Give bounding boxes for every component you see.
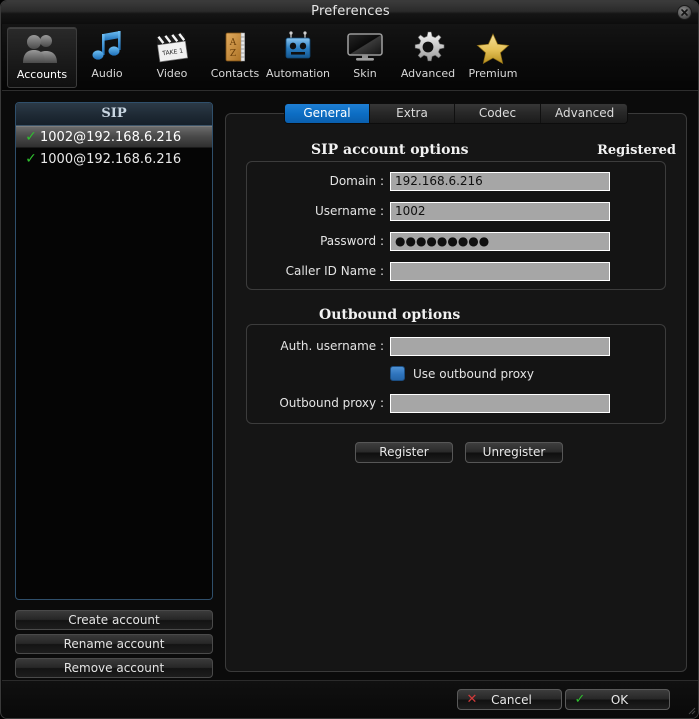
auth-username-input[interactable] xyxy=(390,336,610,356)
toolbar-label: Advanced xyxy=(400,67,456,80)
auth-username-label: Auth. username : xyxy=(280,339,384,353)
preferences-window: Preferences Accounts Audio TAKE 1 Video … xyxy=(0,0,699,719)
monitor-icon xyxy=(330,27,400,67)
toolbar-label: Contacts xyxy=(210,67,260,80)
title-bar: Preferences xyxy=(1,1,698,24)
sip-options-title: SIP account options xyxy=(311,142,469,158)
cancel-x-icon: ✕ xyxy=(466,692,478,707)
check-icon: ✓ xyxy=(25,129,37,145)
account-label: 1000@192.168.6.216 xyxy=(40,151,182,167)
footer-bar: ✕ Cancel ✓ OK xyxy=(2,681,698,718)
checkbox-icon[interactable] xyxy=(390,366,405,381)
svg-text:A: A xyxy=(229,38,237,48)
username-row: Username : xyxy=(238,201,610,221)
rename-account-button[interactable]: Rename account xyxy=(15,634,213,654)
tab-advanced[interactable]: Advanced xyxy=(541,104,627,123)
use-outbound-proxy-checkbox[interactable]: Use outbound proxy xyxy=(390,366,534,381)
sip-accounts-list[interactable]: SIP ✓ 1002@192.168.6.216 ✓ 1000@192.168.… xyxy=(15,102,213,600)
close-icon[interactable] xyxy=(677,5,692,20)
caller-id-label: Caller ID Name : xyxy=(285,264,384,278)
cancel-label: Cancel xyxy=(491,692,532,707)
resize-grip[interactable] xyxy=(686,705,696,715)
remove-account-button[interactable]: Remove account xyxy=(15,658,213,678)
tab-extra[interactable]: Extra xyxy=(370,104,455,123)
toolbar-item-automation[interactable]: Automation xyxy=(263,27,333,88)
create-account-button[interactable]: Create account xyxy=(15,610,213,630)
password-input[interactable] xyxy=(390,231,610,251)
address-book-icon: A Z xyxy=(200,27,270,67)
ok-label: OK xyxy=(610,692,629,707)
preferences-toolbar: Accounts Audio TAKE 1 Video A Z Contacts… xyxy=(2,24,698,91)
toolbar-label: Skin xyxy=(353,67,377,80)
check-icon: ✓ xyxy=(25,151,37,167)
ok-button[interactable]: ✓ OK xyxy=(565,689,670,710)
outbound-proxy-input[interactable] xyxy=(390,393,610,413)
caller-id-row: Caller ID Name : xyxy=(238,261,610,281)
register-button[interactable]: Register xyxy=(355,442,453,463)
account-label: 1002@192.168.6.216 xyxy=(40,129,182,145)
domain-label: Domain : xyxy=(329,174,384,188)
robot-icon xyxy=(263,27,333,67)
window-title: Preferences xyxy=(311,4,390,19)
toolbar-item-contacts[interactable]: A Z Contacts xyxy=(200,27,270,88)
domain-row: Domain : xyxy=(238,171,610,191)
tab-codec[interactable]: Codec xyxy=(455,104,541,123)
cancel-button[interactable]: ✕ Cancel xyxy=(457,689,562,710)
music-note-icon xyxy=(72,27,142,67)
caller-id-input[interactable] xyxy=(390,261,610,281)
toolbar-item-video[interactable]: TAKE 1 Video xyxy=(137,27,207,88)
toolbar-label: Audio xyxy=(91,67,123,80)
toolbar-item-audio[interactable]: Audio xyxy=(72,27,142,88)
username-label: Username : xyxy=(314,204,384,218)
clapperboard-icon: TAKE 1 xyxy=(137,27,207,67)
tab-general[interactable]: General xyxy=(285,104,370,123)
outbound-proxy-row: Outbound proxy : xyxy=(238,393,610,413)
settings-tabs: General Extra Codec Advanced xyxy=(284,103,628,124)
outbound-options-title: Outbound options xyxy=(319,307,461,323)
ok-check-icon: ✓ xyxy=(574,692,586,707)
toolbar-item-premium[interactable]: Premium xyxy=(458,27,528,88)
toolbar-item-skin[interactable]: Skin xyxy=(330,27,400,88)
toolbar-label: Automation xyxy=(265,67,331,80)
list-item[interactable]: ✓ 1000@192.168.6.216 xyxy=(16,148,212,170)
toolbar-label: Video xyxy=(156,67,188,80)
toolbar-item-advanced[interactable]: Advanced xyxy=(393,27,463,88)
auth-username-row: Auth. username : xyxy=(238,336,610,356)
toolbar-item-accounts[interactable]: Accounts xyxy=(7,27,77,88)
svg-text:Z: Z xyxy=(230,49,236,59)
gear-icon xyxy=(393,27,463,67)
toolbar-label: Premium xyxy=(468,67,518,80)
checkbox-label: Use outbound proxy xyxy=(413,366,534,381)
toolbar-label: Accounts xyxy=(16,68,68,81)
unregister-button[interactable]: Unregister xyxy=(465,442,563,463)
users-icon xyxy=(8,28,76,68)
username-input[interactable] xyxy=(390,201,610,221)
status-badge: Registered xyxy=(597,143,676,158)
password-row: Password : xyxy=(238,231,610,251)
password-label: Password : xyxy=(320,234,384,248)
outbound-proxy-label: Outbound proxy : xyxy=(279,396,384,410)
domain-input[interactable] xyxy=(390,171,610,191)
star-icon xyxy=(458,27,528,67)
list-item[interactable]: ✓ 1002@192.168.6.216 xyxy=(16,126,212,148)
sip-list-header: SIP xyxy=(16,103,212,126)
